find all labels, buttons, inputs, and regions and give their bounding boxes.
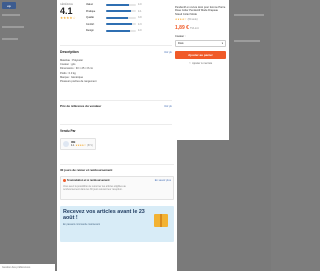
bg-panel-line: [234, 40, 260, 42]
returns-title: 30 jours de retour et remboursement: [60, 168, 113, 172]
rating-bar-row: Pratique 4.1: [86, 10, 170, 13]
rating-bar-track: [106, 23, 136, 25]
divider: [60, 100, 174, 101]
rating-bar-track: [106, 3, 136, 6]
rating-bar-value: 4.3: [138, 22, 142, 26]
package-icon: [154, 214, 168, 227]
return-icon: [63, 179, 66, 182]
divider: [60, 124, 174, 125]
product-title: Pendentif en cuivre doré pour femme Pier…: [175, 6, 226, 16]
rating-bars: Valeur 4.0 Pratique 4.1 Qualité 3.9 Confort 4.3…: [86, 3, 170, 36]
rating-bar-fill: [106, 23, 132, 25]
bg-menu-line: [2, 26, 24, 28]
returns-more-link[interactable]: En savoir plus: [155, 179, 171, 182]
seller-rating: 4.1: [71, 144, 75, 147]
package-tape: [160, 214, 162, 227]
rating-bar-label: Qualité: [86, 16, 94, 19]
product-stars-icon: ★★★★☆: [175, 17, 187, 21]
cookie-settings-link[interactable]: Gestion des préférences: [0, 264, 55, 271]
rating-bar-label: Confort: [86, 22, 95, 26]
store-icon: [63, 141, 69, 147]
bg-menu-line: [2, 38, 18, 40]
rating-bar-row: Design 4.0: [86, 29, 170, 32]
rating-bar-fill: [106, 29, 130, 32]
product-details-modal: GÉNÉRALE 4.1 ★★★★☆ Valeur 4.0 Pratique 4.1 Q…: [57, 0, 177, 271]
rating-bar-value: 4.1: [138, 9, 142, 13]
rating-bar-track: [106, 10, 136, 12]
product-price-note: TVA incl.: [189, 26, 200, 30]
rating-bar-track: [106, 16, 136, 19]
add-to-cart-button[interactable]: Ajouter au panier: [175, 50, 226, 59]
rating-bar-label: Pratique: [86, 9, 96, 13]
rating-bar-value: 4.0: [138, 3, 142, 6]
ratings-summary: GÉNÉRALE 4.1 ★★★★☆ Valeur 4.0 Pratique 4.1 Q…: [60, 3, 174, 41]
divider: [60, 45, 174, 46]
price-reference-title: Prix de référence du vendeur: [60, 104, 102, 108]
overall-rating: 4.1: [60, 6, 73, 16]
rating-bar-row: Valeur 4.0: [86, 3, 170, 6]
rating-bar-value: 3.9: [138, 16, 142, 19]
seller-section: Vendu Par IDE 4.1 ★★★★☆ (671): [60, 129, 174, 159]
returns-item-text: Vous avez la possibilité de retourner le…: [63, 185, 126, 191]
seller-title: Vendu Par: [60, 129, 76, 133]
returns-section: 30 jours de retour et remboursement Si a…: [60, 168, 174, 204]
color-label: Couleur :: [175, 34, 186, 38]
color-select-value: Doré: [178, 41, 184, 45]
price-reference-section: Prix de référence du vendeur Voir plus: [60, 104, 174, 108]
returns-item-title: Si annulation et si remboursement: [67, 179, 110, 182]
chevron-down-icon: ▾: [221, 41, 223, 45]
add-to-wishlist-link[interactable]: ♡ Ajouter à ma liste: [175, 62, 226, 65]
overall-stars-icon: ★★★★☆: [60, 16, 76, 20]
returns-card: Si annulation et si remboursement En sav…: [60, 176, 174, 200]
color-select[interactable]: Doré ▾: [175, 39, 226, 47]
bg-menu-line: [2, 14, 20, 16]
rating-bar-fill: [106, 16, 129, 19]
seller-review-count: (671): [87, 144, 93, 147]
heart-icon: ♡: [188, 61, 192, 65]
rating-bar-label: Design: [86, 29, 94, 32]
rating-bar-row: Confort 4.3: [86, 23, 170, 26]
rating-bar-track: [106, 29, 136, 32]
description-lines: Matériau : Polyester Couleur : gris Dime…: [60, 59, 174, 84]
rating-bar-fill: [106, 10, 131, 12]
seller-card[interactable]: IDE 4.1 ★★★★☆ (671): [60, 138, 96, 150]
rating-bar-fill: [106, 3, 130, 6]
divider: [60, 164, 174, 165]
product-price: 1,89 €: [175, 24, 189, 31]
rating-bar-label: Valeur: [86, 3, 94, 6]
wishlist-label: Ajouter à ma liste: [192, 61, 213, 65]
rating-bar-row: Qualité 3.9: [86, 16, 170, 19]
promo-line-2: août !: [63, 215, 78, 221]
rating-bar-value: 4.0: [138, 29, 142, 32]
promo-headline: Recevez vos articles avant le 23 août !: [63, 209, 147, 221]
description-line: Plusieurs poches de rangement: [60, 80, 97, 84]
site-logo[interactable]: ep: [2, 2, 16, 9]
delivery-promo-banner: Recevez vos articles avant le 23 août ! …: [60, 206, 174, 242]
description-section: Description Voir plus Matériau : Polyest…: [60, 50, 174, 106]
seller-stars-icon: ★★★★☆: [75, 144, 87, 147]
description-title: Description: [60, 50, 79, 54]
bg-panel-line: [234, 14, 264, 16]
product-summary-panel: Pendentif en cuivre doré pour femme Pier…: [172, 0, 229, 140]
product-review-count[interactable]: (64 avis): [188, 18, 198, 21]
